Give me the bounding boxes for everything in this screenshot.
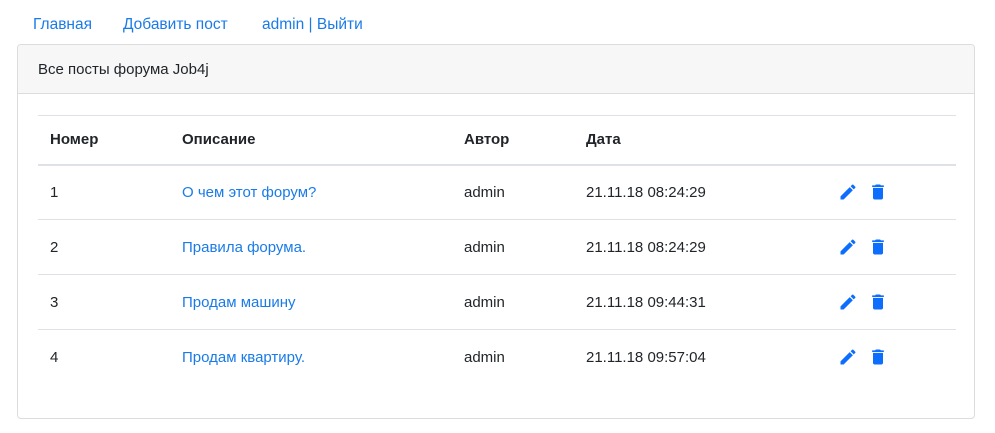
top-nav: Главная Добавить пост admin | Выйти [0,0,995,44]
pencil-icon[interactable] [838,292,858,312]
column-header-description: Описание [182,131,256,149]
post-number: 4 [50,348,59,366]
post-date: 21.11.18 08:24:29 [586,183,706,201]
nav-user-logout-link[interactable]: admin | Выйти [262,15,363,35]
column-header-author: Автор [464,131,510,149]
post-author: admin [464,238,505,256]
post-author: admin [464,348,505,366]
post-description-link[interactable]: Продам машину [182,294,296,311]
nav-add-post-link[interactable]: Добавить пост [123,15,228,35]
pencil-icon[interactable] [838,347,858,367]
row-actions [826,330,956,385]
post-number: 1 [50,183,59,201]
column-header-actions [826,116,956,165]
table-row: 1 О чем этот форум? admin 21.11.18 08:24… [38,165,956,220]
trash-icon[interactable] [868,237,888,257]
post-description-link[interactable]: О чем этот форум? [182,184,316,201]
row-actions [826,220,956,275]
table-row: 2 Правила форума. admin 21.11.18 08:24:2… [38,220,956,275]
post-number: 2 [50,238,59,256]
nav-home-link[interactable]: Главная [33,15,92,35]
post-author: admin [464,183,505,201]
table-row: 4 Продам квартиру. admin 21.11.18 09:57:… [38,330,956,385]
card-header: Все посты форума Job4j [18,45,974,94]
row-actions [826,165,956,220]
post-author: admin [464,293,505,311]
pencil-icon[interactable] [838,182,858,202]
posts-table: Номер Описание Автор Дата 1 О чем этот ф… [38,115,956,385]
column-header-number: Номер [50,131,99,149]
column-header-date: Дата [586,131,621,149]
post-date: 21.11.18 09:44:31 [586,293,706,311]
post-description-link[interactable]: Правила форума. [182,239,306,256]
post-date: 21.11.18 08:24:29 [586,238,706,256]
row-actions [826,275,956,330]
trash-icon[interactable] [868,182,888,202]
posts-card: Все посты форума Job4j Номер Описание Ав… [17,44,975,419]
post-number: 3 [50,293,59,311]
pencil-icon[interactable] [838,237,858,257]
trash-icon[interactable] [868,292,888,312]
table-header-row: Номер Описание Автор Дата [38,115,956,165]
post-description-link[interactable]: Продам квартиру. [182,349,305,366]
trash-icon[interactable] [868,347,888,367]
post-date: 21.11.18 09:57:04 [586,348,706,366]
table-row: 3 Продам машину admin 21.11.18 09:44:31 [38,275,956,330]
